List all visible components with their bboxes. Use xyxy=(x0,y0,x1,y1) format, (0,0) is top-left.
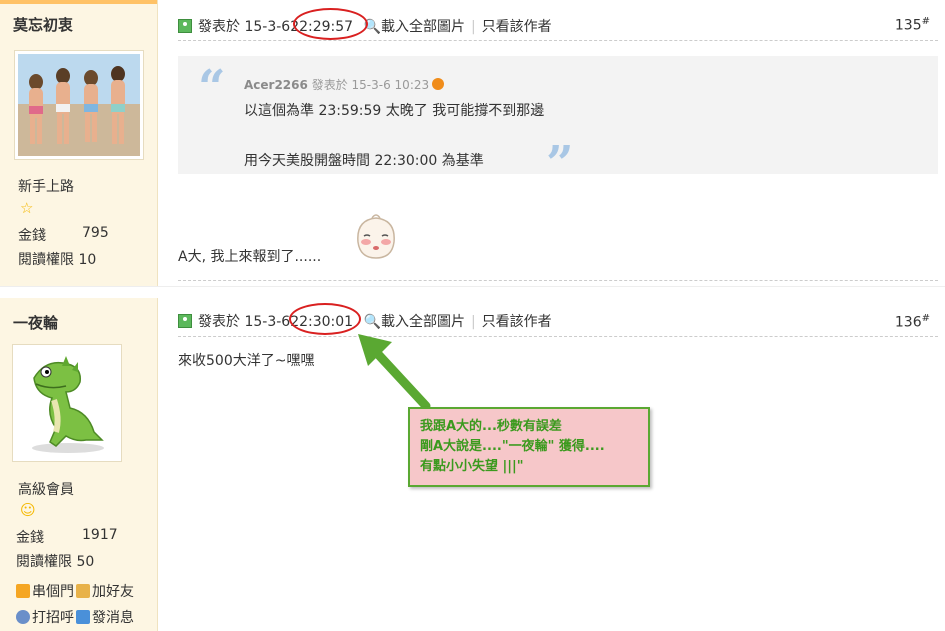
money-value: 1917 xyxy=(82,527,118,543)
online-user-icon xyxy=(178,314,192,328)
perm-label: 閱讀權限 xyxy=(16,554,72,570)
posted-label: 發表於 xyxy=(198,19,240,35)
magnifier-icon: 🔍 xyxy=(363,314,381,330)
add-friend-link[interactable]: 加好友 xyxy=(92,584,134,600)
post-end-divider xyxy=(178,280,938,281)
action-row-2: 打招呼 發消息 xyxy=(16,607,134,627)
load-images-link[interactable]: 載入全部圖片 xyxy=(381,19,465,35)
post-meta-135: 發表於 15-3-622:29:57 🔍載入全部圖片 | 只看該作者 135# xyxy=(178,16,938,38)
author-only-link[interactable]: 只看該作者 xyxy=(482,19,552,35)
meta-divider xyxy=(178,40,938,41)
user-rank: 高級會員 xyxy=(18,482,74,498)
send-message-link[interactable]: 發消息 xyxy=(92,610,134,626)
load-images-link[interactable]: 載入全部圖片 xyxy=(381,314,465,330)
avatar[interactable] xyxy=(14,50,144,160)
floor-mark: # xyxy=(921,16,930,27)
avatar-kids-beach-image xyxy=(18,54,140,156)
accent-bar xyxy=(0,0,157,4)
read-permission: 閱讀權限 50 xyxy=(16,551,94,571)
time-highlight-ring xyxy=(293,8,368,40)
home-icon xyxy=(16,584,30,598)
star-icon: ☆ xyxy=(20,199,34,217)
money-label: 金錢 xyxy=(16,530,44,546)
callout-line-2: 剛A大說是...."一夜輪" 獲得.... xyxy=(420,439,605,454)
greet-link[interactable]: 打招呼 xyxy=(32,610,74,626)
floor-mark: # xyxy=(921,313,930,324)
floor-number[interactable]: 135# xyxy=(895,16,930,34)
post-body-135: A大, 我上來報到了...... xyxy=(178,249,322,265)
money-value: 795 xyxy=(82,225,109,241)
divider: | xyxy=(470,314,476,330)
quote-user[interactable]: Acer2266 xyxy=(244,78,308,92)
poke-icon xyxy=(16,610,30,624)
floor-value: 136 xyxy=(894,314,922,331)
post-body-136: 來收500大洋了~嘿嘿 xyxy=(178,353,315,369)
handshake-icon xyxy=(76,584,90,598)
callout-line-1: 我跟A大的...秒數有誤差 xyxy=(420,419,562,434)
post-date: 15-3-6 xyxy=(244,314,291,330)
floor-number[interactable]: 136# xyxy=(895,313,930,331)
quote-block: “ Acer2266 發表於 15-3-6 10:23 以這個為準 23:59:… xyxy=(178,56,938,188)
read-permission: 閱讀權限 10 xyxy=(18,249,96,269)
author-name[interactable]: 莫忘初衷 xyxy=(13,14,73,35)
author-panel-2: 一夜輪 高級會員 ☺ 金錢 1917 閱讀權限 50 串個門 加好友 打招呼 發消息 xyxy=(0,298,158,631)
floor-value: 135 xyxy=(894,17,922,34)
smiley-icon: ☺ xyxy=(20,501,36,519)
blushing-bun-emoji-icon xyxy=(357,214,395,259)
posted-label: 發表於 xyxy=(198,314,240,330)
post-date: 15-3-6 xyxy=(244,19,291,35)
action-row-1: 串個門 加好友 xyxy=(16,581,134,601)
visit-link[interactable]: 串個門 xyxy=(32,584,74,600)
author-only-link[interactable]: 只看該作者 xyxy=(482,314,552,330)
perm-value: 50 xyxy=(76,554,95,570)
online-user-icon xyxy=(178,19,192,33)
annotation-arrow xyxy=(358,334,431,411)
meta-divider xyxy=(178,336,938,337)
open-quote-icon: “ xyxy=(198,60,226,116)
user-rank: 新手上路 xyxy=(18,179,74,195)
perm-value: 10 xyxy=(78,252,97,268)
quote-datetime: 15-3-6 10:23 xyxy=(351,78,430,92)
perm-label: 閱讀權限 xyxy=(18,252,74,268)
callout-line-3: 有點小小失望 |||" xyxy=(420,459,524,474)
author-panel-1: 莫忘初衷 新手上路 ☆ 金錢 795 閱讀權限 10 xyxy=(0,0,158,286)
quote-posted-label: 發表於 xyxy=(311,78,348,92)
quote-header: Acer2266 發表於 15-3-6 10:23 xyxy=(244,76,445,93)
avatar-green-dragon-image xyxy=(16,348,118,458)
quote-line-2: 用今天美股開盤時間 22:30:00 為基準 xyxy=(244,153,484,169)
message-icon xyxy=(76,610,90,624)
close-quote-icon: ” xyxy=(546,136,574,192)
post-separator xyxy=(0,286,945,298)
money-label: 金錢 xyxy=(18,228,46,244)
divider: | xyxy=(470,19,476,35)
avatar[interactable] xyxy=(12,344,122,462)
author-name[interactable]: 一夜輪 xyxy=(13,312,58,333)
jump-back-icon[interactable] xyxy=(432,78,445,90)
quote-line-1: 以這個為準 23:59:59 太晚了 我可能撐不到那邊 xyxy=(244,103,545,119)
annotation-callout: 我跟A大的...秒數有誤差 剛A大說是...."一夜輪" 獲得.... 有點小小… xyxy=(408,407,650,487)
